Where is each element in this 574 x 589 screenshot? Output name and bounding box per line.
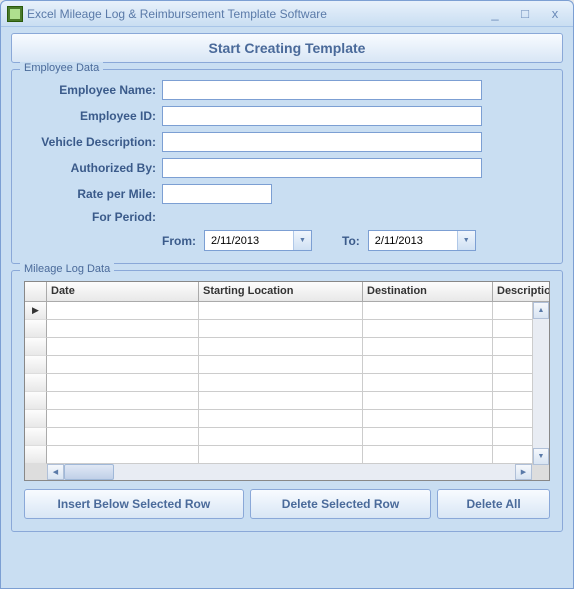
table-row[interactable] [25, 392, 549, 410]
rate-row: Rate per Mile: [24, 184, 550, 204]
content-area: Start Creating Template Employee Data Em… [1, 27, 573, 548]
to-date-picker[interactable]: 2/11/2013 ▼ [368, 230, 476, 251]
employee-id-input[interactable] [162, 106, 482, 126]
row-selector-header[interactable] [25, 282, 47, 302]
from-label: From: [162, 234, 196, 248]
delete-all-button[interactable]: Delete All [437, 489, 550, 519]
start-creating-button[interactable]: Start Creating Template [11, 33, 563, 63]
delete-row-button[interactable]: Delete Selected Row [250, 489, 432, 519]
row-selector[interactable] [25, 446, 47, 464]
employee-id-label: Employee ID: [24, 109, 162, 123]
mileage-log-fieldset: Mileage Log Data Date Starting Location … [11, 270, 563, 532]
row-selector[interactable] [25, 356, 47, 374]
table-row[interactable] [25, 374, 549, 392]
grid-header: Date Starting Location Destination Descr… [25, 282, 549, 302]
col-date-header[interactable]: Date [47, 282, 199, 302]
row-selector[interactable] [25, 392, 47, 410]
table-row[interactable] [25, 428, 549, 446]
row-selector[interactable] [25, 410, 47, 428]
row-selector[interactable] [25, 338, 47, 356]
mileage-grid: Date Starting Location Destination Descr… [24, 281, 550, 481]
table-row[interactable] [25, 410, 549, 428]
horizontal-scrollbar[interactable]: ◀ ▶ [47, 463, 532, 480]
col-starting-header[interactable]: Starting Location [199, 282, 363, 302]
scroll-down-icon[interactable]: ▼ [533, 448, 549, 465]
employee-legend: Employee Data [20, 62, 103, 74]
period-row: For Period: [24, 210, 550, 224]
grid-body: ▶ [25, 302, 549, 465]
table-row[interactable] [25, 356, 549, 374]
scroll-thumb[interactable] [64, 464, 114, 480]
row-selector[interactable] [25, 320, 47, 338]
minimize-button[interactable]: _ [481, 6, 509, 22]
scroll-up-icon[interactable]: ▲ [533, 302, 549, 319]
to-label: To: [342, 234, 360, 248]
vehicle-label: Vehicle Description: [24, 135, 162, 149]
titlebar: Excel Mileage Log & Reimbursement Templa… [1, 1, 573, 27]
to-date-value: 2/11/2013 [369, 235, 457, 247]
app-icon [7, 6, 23, 22]
grid-action-buttons: Insert Below Selected Row Delete Selecte… [24, 489, 550, 519]
row-selector[interactable] [25, 428, 47, 446]
window-controls: _ □ x [481, 6, 569, 22]
from-date-dropdown-icon[interactable]: ▼ [293, 231, 311, 250]
scroll-right-icon[interactable]: ▶ [515, 464, 532, 480]
employee-data-fieldset: Employee Data Employee Name: Employee ID… [11, 69, 563, 264]
table-row[interactable]: ▶ [25, 302, 549, 320]
table-row[interactable] [25, 446, 549, 464]
col-description-header[interactable]: Descriptio [493, 282, 550, 302]
app-window: Excel Mileage Log & Reimbursement Templa… [0, 0, 574, 589]
from-date-picker[interactable]: 2/11/2013 ▼ [204, 230, 312, 251]
date-range-row: From: 2/11/2013 ▼ To: 2/11/2013 ▼ [24, 230, 550, 251]
employee-name-row: Employee Name: [24, 80, 550, 100]
vertical-scrollbar[interactable]: ▲ ▼ [532, 302, 549, 465]
window-title: Excel Mileage Log & Reimbursement Templa… [27, 7, 481, 21]
to-date-dropdown-icon[interactable]: ▼ [457, 231, 475, 250]
col-destination-header[interactable]: Destination [363, 282, 493, 302]
period-label: For Period: [24, 210, 162, 224]
authorized-label: Authorized By: [24, 161, 162, 175]
rate-input[interactable] [162, 184, 272, 204]
vehicle-row: Vehicle Description: [24, 132, 550, 152]
insert-row-button[interactable]: Insert Below Selected Row [24, 489, 244, 519]
authorized-input[interactable] [162, 158, 482, 178]
from-date-value: 2/11/2013 [205, 235, 293, 247]
cell-starting[interactable] [199, 302, 363, 320]
employee-name-label: Employee Name: [24, 83, 162, 97]
employee-id-row: Employee ID: [24, 106, 550, 126]
employee-name-input[interactable] [162, 80, 482, 100]
maximize-button[interactable]: □ [511, 6, 539, 22]
mileage-legend: Mileage Log Data [20, 263, 114, 275]
scroll-left-icon[interactable]: ◀ [47, 464, 64, 480]
table-row[interactable] [25, 338, 549, 356]
rate-label: Rate per Mile: [24, 187, 162, 201]
authorized-row: Authorized By: [24, 158, 550, 178]
cell-date[interactable] [47, 302, 199, 320]
cell-destination[interactable] [363, 302, 493, 320]
close-button[interactable]: x [541, 6, 569, 22]
vehicle-input[interactable] [162, 132, 482, 152]
row-indicator-icon[interactable]: ▶ [25, 302, 47, 320]
table-row[interactable] [25, 320, 549, 338]
row-selector[interactable] [25, 374, 47, 392]
